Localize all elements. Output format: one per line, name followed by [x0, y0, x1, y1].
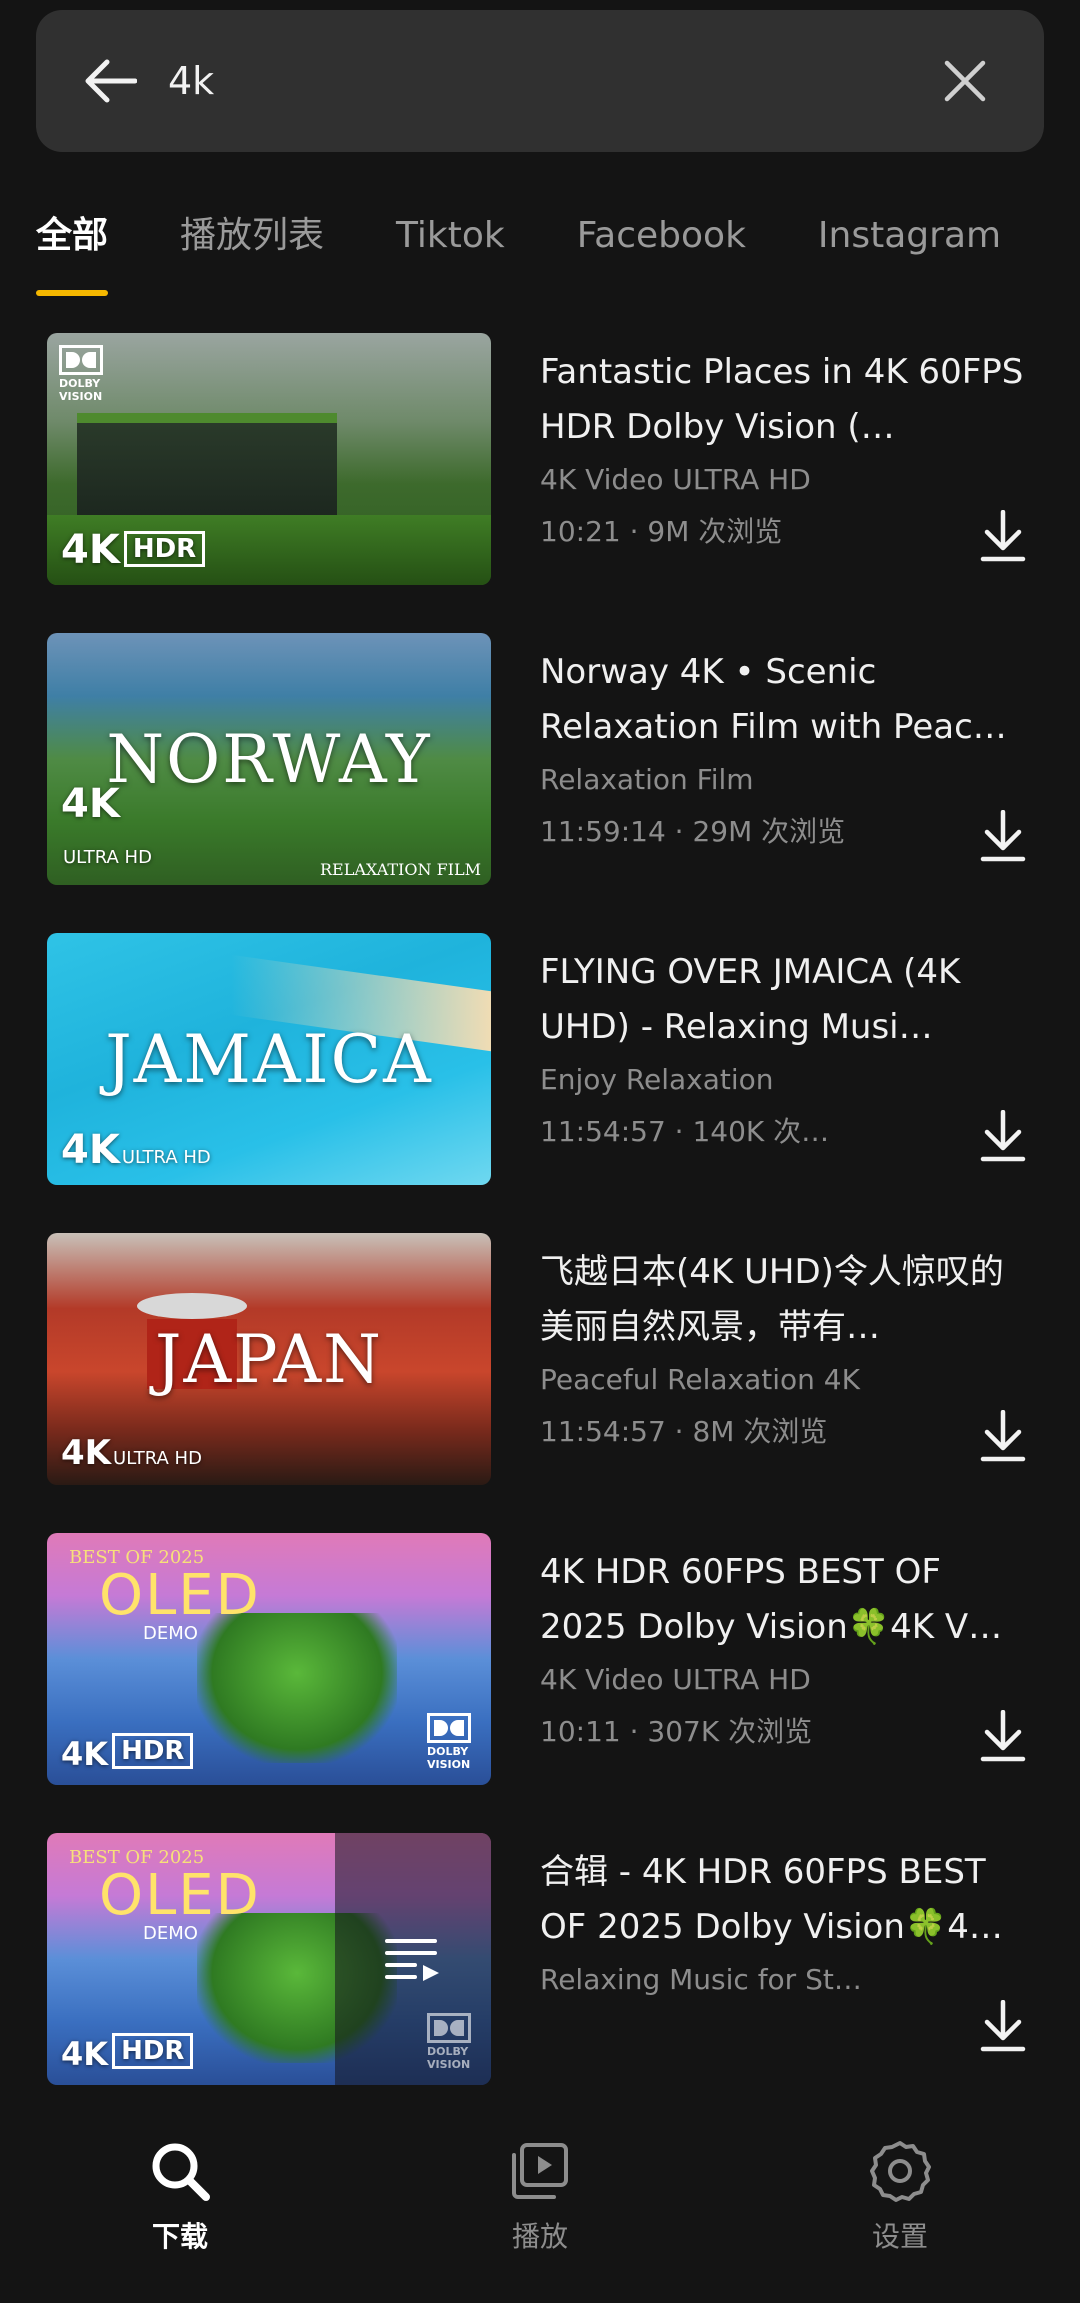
thumbnail-text: OLED [99, 1863, 261, 1928]
video-meta: 10:21 · 9M 次浏览 [540, 515, 783, 548]
channel-name: Relaxing Music for St… [540, 1963, 862, 1996]
video-title[interactable]: 合辑 - 4K HDR 60FPS BEST OF 2025 Dolby Vis… [540, 1845, 1030, 1955]
tab-tiktok[interactable]: Tiktok [396, 200, 505, 296]
4k-hdr-badge: 4K HDR [61, 1733, 194, 1773]
list-item[interactable]: JAPAN 4K ULTRA HD 飞越日本(4K UHD)令人惊叹的美丽自然风景… [0, 1233, 1080, 1533]
download-button[interactable] [970, 1993, 1036, 2059]
play-library-icon [512, 2143, 568, 2199]
video-thumbnail[interactable]: JAMAICA 4K ULTRA HD [47, 933, 491, 1185]
search-input[interactable] [168, 59, 900, 103]
download-icon [980, 1410, 1026, 1462]
download-icon [980, 2000, 1026, 2052]
video-thumbnail[interactable]: NORWAY 4K ULTRA HD RELAXATION FILM [47, 633, 491, 885]
tab-instagram[interactable]: Instagram [818, 200, 1001, 296]
video-list: DOLBY VISION 4K HDR Fantastic Places in 4… [0, 333, 1080, 2133]
clear-search-button[interactable] [900, 10, 1030, 152]
channel-name: Enjoy Relaxation [540, 1063, 774, 1096]
nav-settings[interactable]: 设置 [720, 2113, 1080, 2303]
video-title[interactable]: 飞越日本(4K UHD)令人惊叹的美丽自然风景，带有… [540, 1245, 1030, 1355]
list-item[interactable]: DOLBY VISION 4K HDR Fantastic Places in 4… [0, 333, 1080, 633]
download-icon [980, 1710, 1026, 1762]
4k-badge: 4K ULTRA HD [61, 781, 152, 868]
list-item[interactable]: BEST OF 2025 OLED DEMO 4K HDR DOLBY VISIO… [0, 1833, 1080, 2133]
dolby-vision-logo: DOLBY VISION [59, 345, 115, 403]
video-thumbnail[interactable]: JAPAN 4K ULTRA HD [47, 1233, 491, 1485]
channel-name: 4K Video ULTRA HD [540, 1663, 811, 1696]
search-bar [36, 10, 1044, 152]
4k-badge: 4K ULTRA HD [61, 1127, 211, 1173]
video-meta: 11:54:57 · 8M 次浏览 [540, 1415, 828, 1448]
channel-name: Relaxation Film [540, 763, 754, 796]
playlist-play-icon [385, 1939, 439, 1981]
dolby-vision-logo: DOLBY VISION [427, 1713, 483, 1771]
download-button[interactable] [970, 1403, 1036, 1469]
nav-download[interactable]: 下载 [0, 2113, 360, 2303]
nav-label: 设置 [871, 2220, 928, 2253]
back-button[interactable] [46, 10, 176, 152]
nav-play[interactable]: 播放 [360, 2113, 720, 2303]
category-tabs: 全部 播放列表 Tiktok Facebook Instagram [36, 200, 1080, 300]
download-icon [980, 810, 1026, 862]
channel-name: Peaceful Relaxation 4K [540, 1363, 860, 1396]
list-item[interactable]: NORWAY 4K ULTRA HD RELAXATION FILM Norway… [0, 633, 1080, 933]
video-thumbnail[interactable]: BEST OF 2025 OLED DEMO DOLBY VISION 4K HD… [47, 1533, 491, 1785]
thumbnail-caption: DEMO [143, 1923, 198, 1944]
search-icon [152, 2143, 210, 2201]
thumbnail-caption: DEMO [143, 1623, 198, 1644]
4k-hdr-badge: 4K HDR [61, 527, 206, 573]
download-icon [980, 510, 1026, 562]
download-button[interactable] [970, 503, 1036, 569]
thumbnail-text: JAPAN [155, 1321, 383, 1398]
close-icon [944, 60, 986, 102]
dolby-vision-logo: DOLBY VISION [427, 2013, 483, 2071]
list-item[interactable]: BEST OF 2025 OLED DEMO DOLBY VISION 4K HD… [0, 1533, 1080, 1833]
download-button[interactable] [970, 803, 1036, 869]
arrow-left-icon [85, 59, 137, 103]
download-button[interactable] [970, 1103, 1036, 1169]
channel-name: 4K Video ULTRA HD [540, 463, 811, 496]
video-thumbnail[interactable]: BEST OF 2025 OLED DEMO 4K HDR DOLBY VISIO… [47, 1833, 491, 2085]
video-meta: 11:54:57 · 140K 次… [540, 1115, 830, 1148]
tab-playlists[interactable]: 播放列表 [180, 200, 324, 296]
list-item[interactable]: JAMAICA 4K ULTRA HD FLYING OVER JMAICA (4… [0, 933, 1080, 1233]
thumbnail-text: OLED [99, 1563, 261, 1628]
tab-all[interactable]: 全部 [36, 200, 109, 296]
gear-icon [870, 2141, 931, 2202]
download-button[interactable] [970, 1703, 1036, 1769]
video-meta: 10:11 · 307K 次浏览 [540, 1715, 813, 1748]
video-thumbnail[interactable]: DOLBY VISION 4K HDR [47, 333, 491, 585]
video-title[interactable]: FLYING OVER JMAICA (4K UHD) - Relaxing M… [540, 945, 1030, 1055]
video-title[interactable]: Fantastic Places in 4K 60FPS HDR Dolby V… [540, 345, 1030, 455]
playlist-overlay: DOLBY VISION [335, 1833, 491, 2085]
4k-badge: 4K ULTRA HD [61, 1433, 202, 1473]
video-meta: 11:59:14 · 29M 次浏览 [540, 815, 846, 848]
video-title[interactable]: Norway 4K • Scenic Relaxation Film with … [540, 645, 1030, 755]
thumbnail-text: JAMAICA [105, 1021, 433, 1098]
tab-facebook[interactable]: Facebook [577, 200, 746, 296]
video-title[interactable]: 4K HDR 60FPS BEST OF 2025 Dolby Vision🍀4… [540, 1545, 1030, 1655]
4k-hdr-badge: 4K HDR [61, 2033, 194, 2073]
bottom-nav: 下载 播放 设置 [0, 2113, 1080, 2303]
download-icon [980, 1110, 1026, 1162]
nav-label: 播放 [511, 2220, 568, 2253]
nav-label: 下载 [151, 2220, 208, 2253]
thumbnail-caption: RELAXATION FILM [319, 860, 481, 879]
